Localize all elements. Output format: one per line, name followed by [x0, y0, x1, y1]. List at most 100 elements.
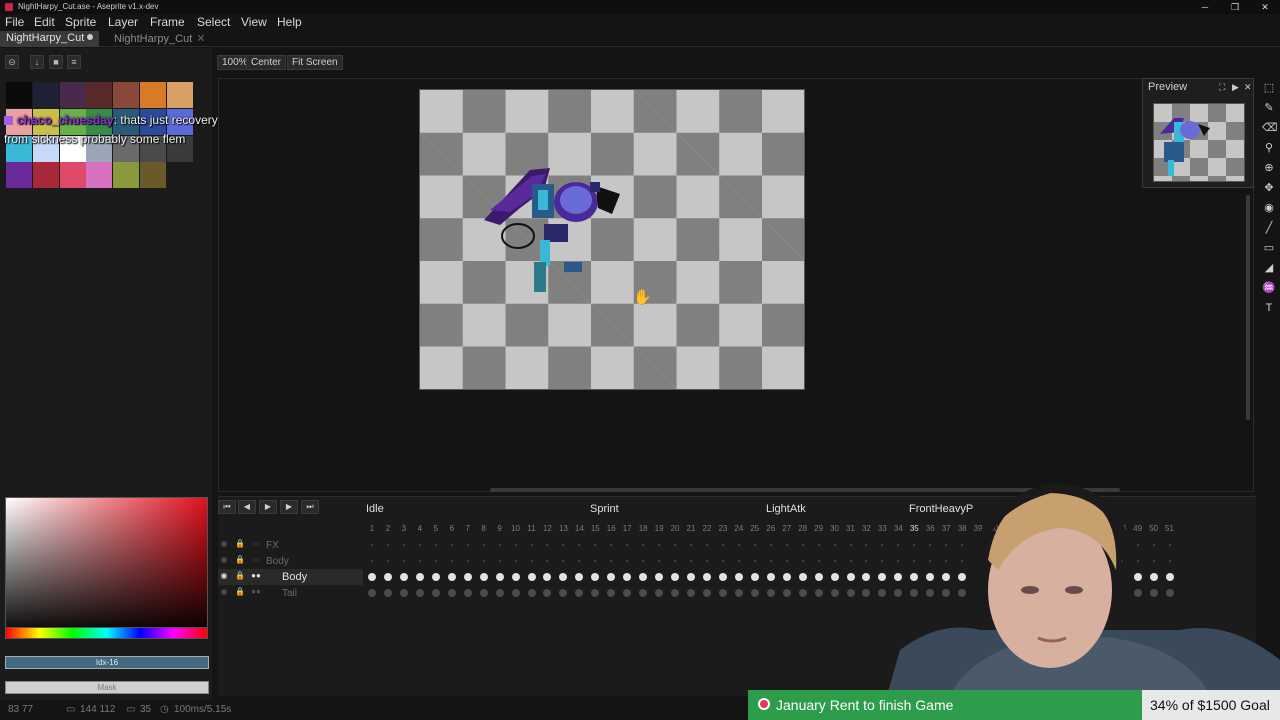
- frame-number-label[interactable]: 29: [811, 524, 827, 533]
- menu-file[interactable]: File: [5, 15, 24, 29]
- close-window-icon[interactable]: ✕: [1250, 0, 1280, 14]
- frame-number-label[interactable]: 32: [858, 524, 874, 533]
- tab-document-2[interactable]: NightHarpy_Cut ✕: [108, 31, 211, 47]
- palette-save-icon[interactable]: ■: [49, 55, 63, 69]
- frame-number-label[interactable]: 5: [428, 524, 444, 533]
- timeline-cell[interactable]: [798, 573, 807, 581]
- timeline-cell[interactable]: [671, 573, 680, 581]
- frame-number-label[interactable]: 12: [539, 524, 555, 533]
- line-tool-icon[interactable]: ╱: [1262, 221, 1276, 235]
- pencil-tool-icon[interactable]: ✎: [1262, 101, 1276, 115]
- eraser-tool-icon[interactable]: ⌫: [1262, 121, 1278, 135]
- palette-swatch[interactable]: [113, 82, 140, 108]
- timeline-cell[interactable]: [785, 560, 788, 562]
- layer-visibility-icon[interactable]: ◉: [218, 586, 230, 598]
- frame-number-label[interactable]: 26: [763, 524, 779, 533]
- restore-icon[interactable]: ❐: [1220, 0, 1250, 14]
- timeline-cell[interactable]: [766, 589, 775, 597]
- menu-frame[interactable]: Frame: [150, 15, 185, 29]
- palette-swatch[interactable]: [6, 162, 32, 189]
- timeline-cell[interactable]: [514, 560, 517, 562]
- timeline-cell[interactable]: [482, 544, 485, 546]
- frame-number-label[interactable]: 13: [555, 524, 571, 533]
- frame-number-label[interactable]: 31: [843, 524, 859, 533]
- timeline-cell[interactable]: [769, 544, 772, 546]
- timeline-cell[interactable]: [705, 560, 708, 562]
- frame-number-label[interactable]: 7: [460, 524, 476, 533]
- timeline-cell[interactable]: [479, 589, 488, 597]
- frame-number-label[interactable]: 19: [651, 524, 667, 533]
- timeline-cell[interactable]: [718, 573, 727, 581]
- first-frame-icon[interactable]: ⏮: [218, 500, 236, 514]
- frame-number-label[interactable]: 10: [508, 524, 524, 533]
- frame-number-label[interactable]: 18: [635, 524, 651, 533]
- lock-icon[interactable]: ⊝: [5, 55, 19, 69]
- contour-tool-icon[interactable]: ◢: [1262, 261, 1276, 275]
- move-tool-icon[interactable]: ✥: [1262, 181, 1276, 195]
- prev-frame-icon[interactable]: ◀: [238, 500, 256, 514]
- layer-link-icon[interactable]: ●●: [250, 570, 262, 582]
- timeline-cell[interactable]: [702, 589, 711, 597]
- timeline-cell[interactable]: [721, 560, 724, 562]
- frame-number-label[interactable]: 6: [444, 524, 460, 533]
- timeline-cell[interactable]: [415, 573, 424, 581]
- timeline-cell[interactable]: [782, 589, 791, 597]
- timeline-cell[interactable]: [527, 573, 536, 581]
- timeline-cell[interactable]: [434, 544, 437, 546]
- timeline-cell[interactable]: [399, 589, 408, 597]
- timeline-cell[interactable]: [511, 589, 520, 597]
- frame-number-label[interactable]: 11: [524, 524, 540, 533]
- frame-number-label[interactable]: 30: [827, 524, 843, 533]
- timeline-cell[interactable]: [687, 573, 695, 581]
- timeline-cell[interactable]: [690, 544, 692, 546]
- tab-active-document[interactable]: NightHarpy_Cut: [0, 31, 100, 47]
- palette-swatch[interactable]: [166, 82, 193, 108]
- timeline-cell[interactable]: [753, 560, 756, 562]
- timeline-cell[interactable]: [482, 560, 485, 562]
- menu-help[interactable]: Help: [277, 15, 302, 29]
- timeline-cell[interactable]: [817, 544, 820, 546]
- timeline-cell[interactable]: [431, 589, 440, 597]
- frame-number-label[interactable]: 25: [747, 524, 763, 533]
- timeline-cell[interactable]: [687, 589, 695, 597]
- timeline-cell[interactable]: [705, 544, 708, 546]
- palette-swatch[interactable]: [140, 162, 166, 189]
- tag-idle[interactable]: Idle: [366, 503, 384, 515]
- timeline-cell[interactable]: [450, 560, 453, 562]
- timeline-cell[interactable]: [817, 560, 820, 562]
- timeline-cell[interactable]: [734, 589, 743, 597]
- timeline-cell[interactable]: [371, 544, 373, 546]
- palette-swatch[interactable]: [32, 162, 59, 189]
- timeline-cell[interactable]: [527, 589, 536, 597]
- frame-number-label[interactable]: 20: [667, 524, 683, 533]
- timeline-cell[interactable]: [750, 573, 759, 581]
- palette-swatch[interactable]: [32, 82, 59, 108]
- timeline-cell[interactable]: [447, 589, 456, 597]
- timeline-cell[interactable]: [463, 589, 472, 597]
- timeline-cell[interactable]: [402, 560, 405, 562]
- timeline-cell[interactable]: [498, 544, 501, 546]
- group-folder-icon[interactable]: ▭: [250, 554, 262, 566]
- rectangle-tool-icon[interactable]: ▭: [1262, 241, 1276, 255]
- frame-number-label[interactable]: 21: [683, 524, 699, 533]
- fill-tool-icon[interactable]: ◉: [1262, 201, 1276, 215]
- menu-view[interactable]: View: [241, 15, 267, 29]
- fit-screen-button[interactable]: Fit Screen: [287, 55, 343, 70]
- menu-layer[interactable]: Layer: [108, 15, 138, 29]
- menu-edit[interactable]: Edit: [34, 15, 55, 29]
- frame-number-label[interactable]: 15: [587, 524, 603, 533]
- timeline-cell[interactable]: [782, 573, 791, 581]
- frame-number-label[interactable]: 28: [795, 524, 811, 533]
- timeline-cell[interactable]: [386, 544, 389, 546]
- timeline-cell[interactable]: [431, 573, 440, 581]
- layer-link-icon[interactable]: ●●: [250, 586, 262, 598]
- timeline-cell[interactable]: [479, 573, 488, 581]
- timeline-cell[interactable]: [386, 560, 389, 562]
- timeline-cell[interactable]: [418, 560, 421, 562]
- layer-lock-icon[interactable]: 🔒: [234, 570, 246, 582]
- palette-swatch[interactable]: [140, 82, 166, 108]
- timeline-cell[interactable]: [766, 573, 775, 581]
- timeline-cell[interactable]: [846, 573, 855, 581]
- timeline-cell[interactable]: [495, 589, 504, 597]
- foreground-color-index[interactable]: Idx-16: [5, 656, 209, 669]
